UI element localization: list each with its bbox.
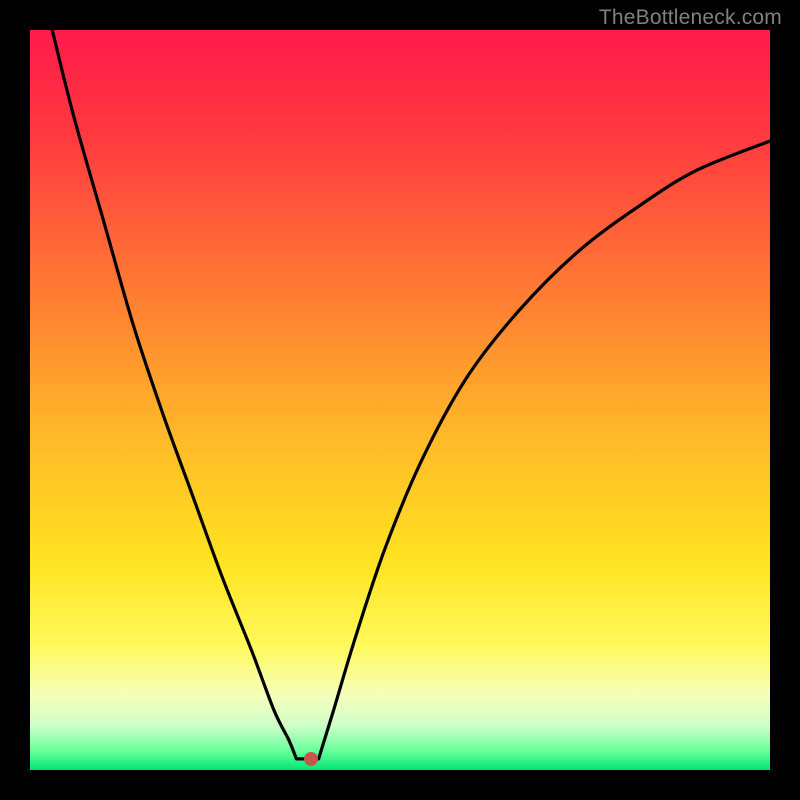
- watermark-text: TheBottleneck.com: [599, 6, 782, 30]
- chart-frame: TheBottleneck.com: [0, 0, 800, 800]
- trough-marker: [304, 752, 318, 766]
- plot-area: [30, 30, 770, 770]
- bottleneck-curve: [30, 30, 770, 770]
